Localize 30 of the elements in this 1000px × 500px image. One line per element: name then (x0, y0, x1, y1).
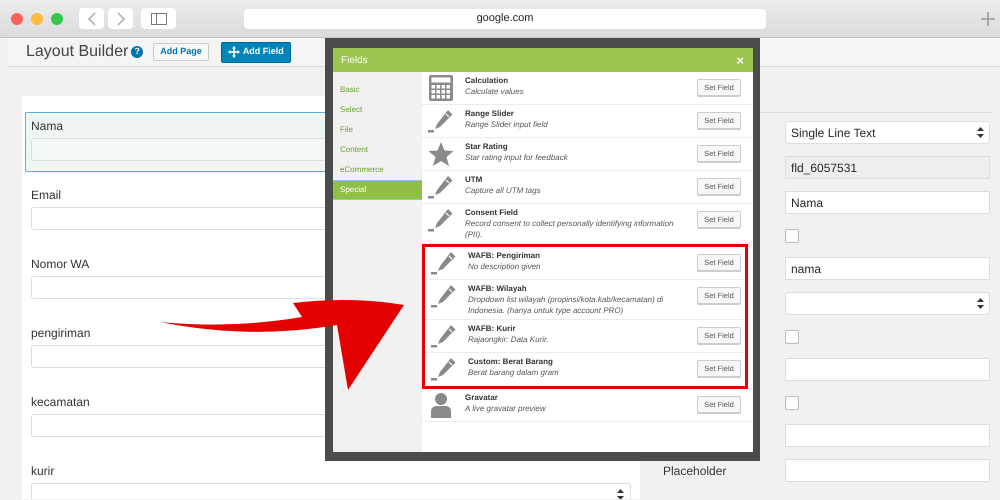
field-type-title: Consent Field (465, 207, 519, 218)
field-type-title: UTM (465, 174, 484, 185)
field-label: kecamatan (31, 394, 90, 410)
field-type-description: Range Slider input field (465, 119, 549, 130)
field-type-description: No description given (468, 261, 542, 272)
field-type-description: Berat barang dalam gram (468, 367, 560, 378)
field-type-description: Capture all UTM tags (465, 185, 542, 196)
field-type-title: WAFB: Kurir (468, 323, 517, 334)
field-label: Nama (31, 118, 64, 134)
field-type-title: WAFB: Pengiriman (468, 250, 542, 261)
field-label: Email (31, 187, 62, 203)
field-label: kurir (31, 463, 54, 479)
field-type-description: Rajaongkir: Data Kurir. (468, 334, 550, 345)
field-type-title: Range Slider (465, 108, 515, 119)
field-type-title: Calculation (465, 75, 510, 86)
field-type-description: Record consent to collect personally identifying information (PII). (465, 218, 675, 240)
field-type-title: WAFB: Wilayah (468, 283, 528, 294)
field-type-title: Custom: Berat Barang (468, 356, 554, 367)
field-label: pengiriman (31, 325, 90, 341)
page-title: Layout Builder (26, 42, 128, 62)
field-type-description: Calculate values (465, 86, 525, 97)
readonly-field: fld_6057531 (785, 156, 990, 179)
field-type-title: Gravatar (465, 392, 499, 403)
field-type-title: Star Rating (465, 141, 509, 152)
field-type-description: Dropdown list wilayah (propinsi/kota.kab/kecamatan) di Indonesia. (hanya untuk type account PRO) (468, 294, 664, 316)
field-label: Nomor WA (31, 256, 90, 272)
field-type-description: A live gravatar preview (465, 403, 547, 414)
dialog-title: Fields (341, 54, 368, 68)
setting-label: Placeholder (663, 464, 726, 478)
field-type-description: Star rating input for feedback (465, 152, 569, 163)
